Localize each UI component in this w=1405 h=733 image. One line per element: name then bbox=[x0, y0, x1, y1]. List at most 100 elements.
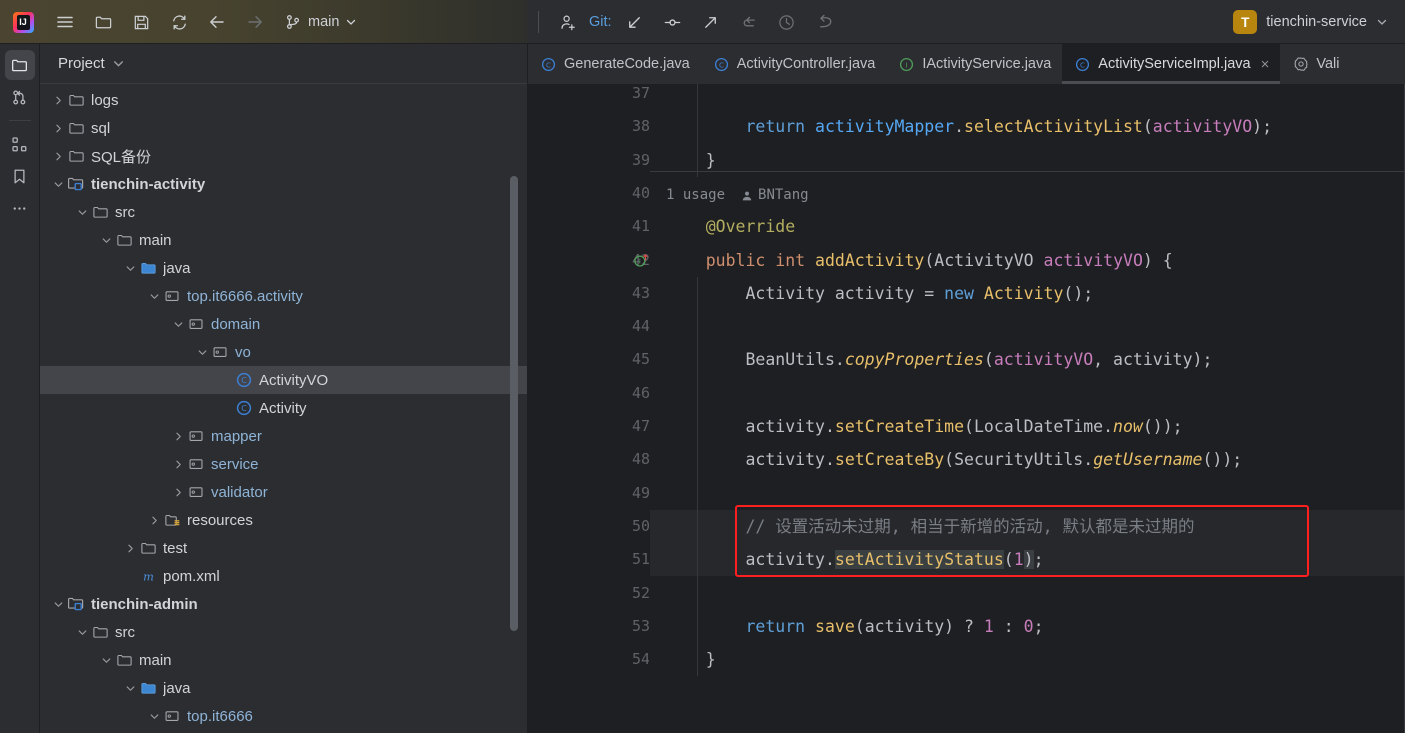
editor-tab-label: ActivityController.java bbox=[736, 56, 876, 72]
tree-item-top-it6666-activity[interactable]: top.it6666.activity bbox=[40, 282, 527, 310]
project-scrollbar[interactable] bbox=[510, 176, 518, 631]
editor-tab-vali[interactable]: Vali bbox=[1280, 44, 1350, 84]
code-line[interactable]: @Override bbox=[650, 210, 1405, 243]
history-clock-icon[interactable] bbox=[768, 7, 806, 37]
chevron-down-icon[interactable] bbox=[50, 599, 66, 610]
chevron-down-icon[interactable] bbox=[146, 711, 162, 722]
chevron-down-icon[interactable] bbox=[74, 207, 90, 218]
chevron-right-icon[interactable] bbox=[170, 487, 186, 498]
chevron-down-icon[interactable] bbox=[122, 683, 138, 694]
tree-item-test[interactable]: test bbox=[40, 534, 527, 562]
tree-item-sql[interactable]: SQL备份 bbox=[40, 142, 527, 170]
tree-item-service[interactable]: service bbox=[40, 450, 527, 478]
chevron-down-icon[interactable] bbox=[146, 291, 162, 302]
code-line[interactable]: activity.setActivityStatus(1); bbox=[650, 543, 1405, 576]
code-author[interactable]: BNTang bbox=[741, 179, 809, 212]
chevron-down-icon[interactable] bbox=[98, 655, 114, 666]
project-tree[interactable]: logs sql SQL备份 tienchin-activity src main java… bbox=[40, 84, 527, 733]
code-line[interactable] bbox=[650, 84, 1405, 110]
chevron-right-icon[interactable] bbox=[50, 95, 66, 106]
hamburger-menu-icon[interactable] bbox=[46, 7, 84, 37]
bookmarks-tool-icon[interactable] bbox=[5, 161, 35, 191]
code-line[interactable]: // 设置活动未过期, 相当于新增的活动, 默认都是未过期的 bbox=[650, 510, 1405, 543]
editor-tab-strip[interactable]: C GenerateCode.java C ActivityController.ja… bbox=[528, 44, 1405, 84]
chevron-down-icon[interactable] bbox=[74, 627, 90, 638]
project-tool-icon[interactable] bbox=[4, 50, 35, 80]
code-line[interactable] bbox=[650, 310, 1405, 343]
tree-item-main[interactable]: main bbox=[40, 226, 527, 254]
code-line[interactable] bbox=[650, 577, 1405, 610]
chevron-down-icon[interactable] bbox=[122, 263, 138, 274]
save-icon[interactable] bbox=[122, 7, 160, 37]
editor-tab-iactivityservice-java[interactable]: I IActivityService.java bbox=[886, 44, 1062, 84]
code-line[interactable]: } bbox=[650, 144, 1405, 177]
code-line[interactable] bbox=[650, 477, 1405, 510]
refresh-sync-icon[interactable] bbox=[160, 7, 198, 37]
code-vision-inlay[interactable]: 1 usage BNTang bbox=[666, 179, 809, 212]
structure-tool-icon[interactable] bbox=[5, 129, 35, 159]
chevron-down-icon[interactable] bbox=[112, 57, 125, 70]
folder-open-icon[interactable] bbox=[84, 7, 122, 37]
code-content-area[interactable]: setPageSize(10); return activityMapper.s… bbox=[650, 84, 1405, 733]
chevron-down-icon[interactable] bbox=[170, 319, 186, 330]
code-line[interactable] bbox=[650, 377, 1405, 410]
tree-item-validator[interactable]: validator bbox=[40, 478, 527, 506]
editor-tab-activityserviceimpl-java[interactable]: C ActivityServiceImpl.java × bbox=[1062, 44, 1281, 84]
chevron-right-icon[interactable] bbox=[170, 459, 186, 470]
tree-item-src[interactable]: src bbox=[40, 198, 527, 226]
more-tool-icon[interactable] bbox=[5, 193, 35, 223]
chevron-right-icon[interactable] bbox=[170, 431, 186, 442]
tree-item-java[interactable]: java bbox=[40, 674, 527, 702]
tree-item-resources[interactable]: resources bbox=[40, 506, 527, 534]
chevron-right-icon[interactable] bbox=[122, 543, 138, 554]
tree-item-logs[interactable]: logs bbox=[40, 86, 527, 114]
tree-item-mapper[interactable]: mapper bbox=[40, 422, 527, 450]
arrow-right-icon[interactable] bbox=[236, 7, 274, 37]
chevron-right-icon[interactable] bbox=[50, 123, 66, 134]
rollback-icon[interactable] bbox=[806, 7, 844, 37]
code-editor[interactable]: 373839404142434445464748495051525354I se… bbox=[528, 84, 1405, 733]
update-project-icon[interactable] bbox=[616, 7, 654, 37]
usage-count-label[interactable]: 1 usage bbox=[666, 179, 725, 212]
editor-gutter[interactable]: 37 38 39 40 41 42 43 44 45 46 47 48 49 50 51 52 53 54 I bbox=[528, 84, 672, 733]
code-line[interactable]: activity.setCreateTime(LocalDateTime.now… bbox=[650, 410, 1405, 443]
branch-selector[interactable]: main bbox=[276, 9, 365, 35]
chevron-down-icon[interactable] bbox=[50, 179, 66, 190]
tree-item-activity[interactable]: C Activity bbox=[40, 394, 527, 422]
commit-tool-icon[interactable] bbox=[5, 82, 35, 112]
tree-item-activityvo[interactable]: C ActivityVO bbox=[40, 366, 527, 394]
project-selector[interactable]: T tienchin-service bbox=[1229, 7, 1397, 37]
tree-item-top-it6666[interactable]: top.it6666 bbox=[40, 702, 527, 730]
code-line[interactable]: return save(activity) ? 1 : 0; bbox=[650, 610, 1405, 643]
code-line[interactable]: public int addActivity(ActivityVO activi… bbox=[650, 244, 1405, 277]
tree-item-pom-xml[interactable]: m pom.xml bbox=[40, 562, 527, 590]
code-line[interactable]: } bbox=[650, 643, 1405, 676]
tree-item-java[interactable]: java bbox=[40, 254, 527, 282]
tree-item-tienchin-admin[interactable]: tienchin-admin bbox=[40, 590, 527, 618]
tree-item-tienchin-activity[interactable]: tienchin-activity bbox=[40, 170, 527, 198]
add-user-icon[interactable] bbox=[549, 7, 587, 37]
tree-item-src[interactable]: src bbox=[40, 618, 527, 646]
code-line[interactable]: return activityMapper.selectActivityList… bbox=[650, 110, 1405, 143]
code-line[interactable]: Activity activity = new Activity(); bbox=[650, 277, 1405, 310]
chevron-right-icon[interactable] bbox=[146, 515, 162, 526]
code-line[interactable]: BeanUtils.copyProperties(activityVO, act… bbox=[650, 343, 1405, 376]
chevron-down-icon[interactable] bbox=[194, 347, 210, 358]
editor-tab-generatecode-java[interactable]: C GenerateCode.java bbox=[528, 44, 701, 84]
editor-tab-activitycontroller-java[interactable]: C ActivityController.java bbox=[701, 44, 887, 84]
commit-icon[interactable] bbox=[654, 7, 692, 37]
chevron-down-icon[interactable] bbox=[98, 235, 114, 246]
arrow-left-icon[interactable] bbox=[198, 7, 236, 37]
code-line[interactable]: activity.setCreateBy(SecurityUtils.getUs… bbox=[650, 443, 1405, 476]
push-icon[interactable] bbox=[692, 7, 730, 37]
tree-item-label: sql bbox=[91, 119, 111, 137]
close-icon[interactable]: × bbox=[1261, 57, 1270, 72]
tree-item-domain[interactable]: domain bbox=[40, 310, 527, 338]
project-panel-header[interactable]: Project bbox=[40, 44, 527, 84]
tree-item-sql[interactable]: sql bbox=[40, 114, 527, 142]
pull-icon[interactable] bbox=[730, 7, 768, 37]
chevron-right-icon[interactable] bbox=[50, 151, 66, 162]
tree-item-vo[interactable]: vo bbox=[40, 338, 527, 366]
tree-item-main[interactable]: main bbox=[40, 646, 527, 674]
implements-method-icon[interactable]: I bbox=[632, 244, 650, 277]
